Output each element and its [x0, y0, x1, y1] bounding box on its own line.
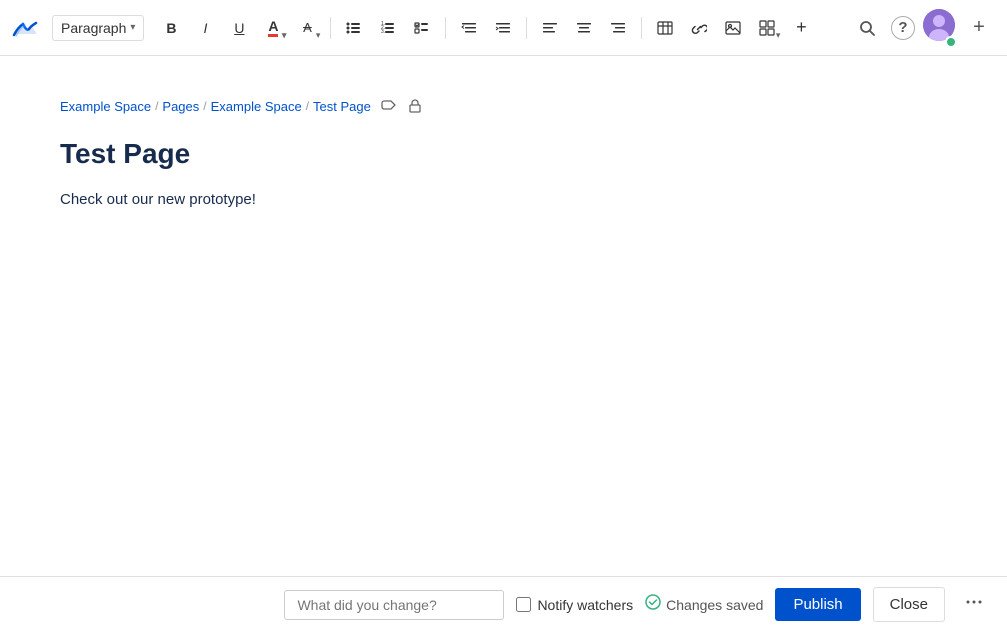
- changes-saved-text: Changes saved: [666, 597, 763, 613]
- align-center-button[interactable]: [569, 13, 599, 43]
- numbered-list-button[interactable]: 1. 2. 3.: [373, 13, 403, 43]
- breadcrumb: Example Space / Pages / Example Space / …: [60, 96, 947, 116]
- bold-button[interactable]: B: [156, 13, 186, 43]
- breadcrumb-current: Test Page: [313, 99, 371, 114]
- paragraph-chevron: ▾: [130, 22, 135, 33]
- breadcrumb-item-example-space-2[interactable]: Example Space: [211, 99, 302, 114]
- label-icon-button[interactable]: [379, 96, 399, 116]
- avatar-container: [923, 9, 955, 46]
- change-description-input[interactable]: [284, 590, 504, 620]
- insert-table-button[interactable]: [752, 13, 782, 43]
- breadcrumb-sep-3: /: [306, 99, 309, 113]
- align-left-button[interactable]: [535, 13, 565, 43]
- notify-watchers-text: Notify watchers: [537, 597, 633, 613]
- notify-watchers-checkbox[interactable]: [516, 597, 531, 612]
- page-content-text: Check out our new prototype!: [60, 188, 947, 212]
- add-button[interactable]: +: [963, 12, 995, 44]
- avatar-badge: [945, 36, 957, 48]
- table-button[interactable]: [650, 13, 680, 43]
- page-title[interactable]: Test Page: [60, 136, 947, 172]
- changes-saved: Changes saved: [645, 594, 763, 615]
- page-content[interactable]: Check out our new prototype!: [60, 188, 947, 212]
- paragraph-selector[interactable]: Paragraph ▾: [52, 15, 144, 41]
- breadcrumb-sep-2: /: [203, 99, 206, 113]
- breadcrumb-icons: [379, 96, 425, 116]
- breadcrumb-item-pages[interactable]: Pages: [162, 99, 199, 114]
- notify-watchers-label[interactable]: Notify watchers: [516, 597, 633, 613]
- divider-2: [445, 17, 446, 39]
- logo[interactable]: [12, 14, 40, 42]
- more-options-button[interactable]: [957, 589, 991, 620]
- indent-button[interactable]: [488, 13, 518, 43]
- font-color-button[interactable]: A: [258, 13, 288, 43]
- restrict-icon-button[interactable]: [405, 96, 425, 116]
- svg-text:3.: 3.: [381, 29, 385, 35]
- divider-3: [526, 17, 527, 39]
- paragraph-label: Paragraph: [61, 20, 126, 36]
- divider-1: [330, 17, 331, 39]
- breadcrumb-sep-1: /: [155, 99, 158, 113]
- italic-button[interactable]: I: [190, 13, 220, 43]
- font-style-button[interactable]: A: [292, 13, 322, 43]
- more-insert-button[interactable]: +: [786, 13, 816, 43]
- bullet-list-button[interactable]: [339, 13, 369, 43]
- bottom-bar: Notify watchers Changes saved Publish Cl…: [0, 576, 1007, 632]
- changes-saved-icon: [645, 594, 661, 615]
- toolbar-right: ? +: [851, 9, 995, 46]
- image-button[interactable]: [718, 13, 748, 43]
- toolbar: Paragraph ▾ B I U A A 1. 2. 3.: [0, 0, 1007, 56]
- content-area: Example Space / Pages / Example Space / …: [0, 56, 1007, 576]
- help-button[interactable]: ?: [891, 16, 915, 40]
- divider-4: [641, 17, 642, 39]
- search-button[interactable]: [851, 12, 883, 44]
- close-button[interactable]: Close: [873, 587, 945, 622]
- align-right-button[interactable]: [603, 13, 633, 43]
- breadcrumb-item-example-space[interactable]: Example Space: [60, 99, 151, 114]
- publish-button[interactable]: Publish: [775, 588, 860, 621]
- underline-button[interactable]: U: [224, 13, 254, 43]
- checklist-button[interactable]: [407, 13, 437, 43]
- link-button[interactable]: [684, 13, 714, 43]
- outdent-button[interactable]: [454, 13, 484, 43]
